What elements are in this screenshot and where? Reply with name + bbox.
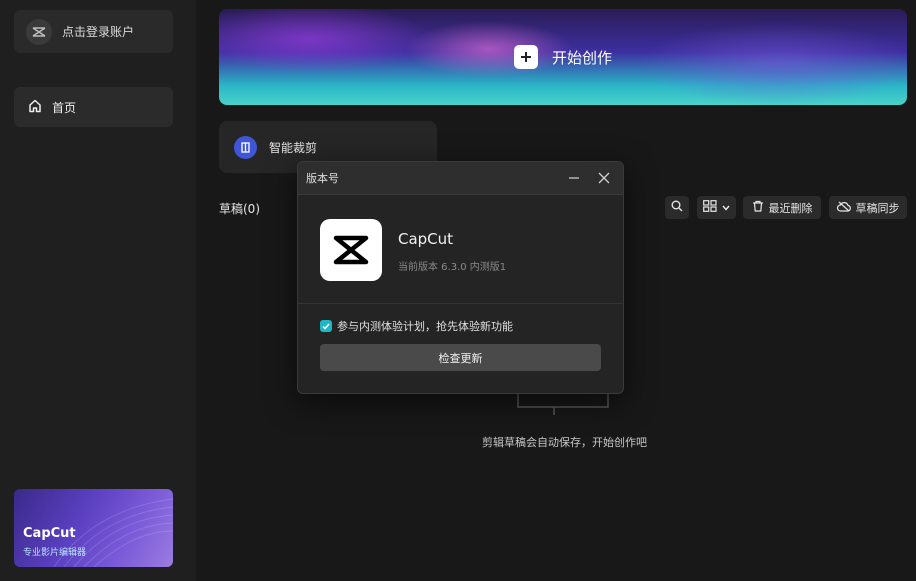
start-creating-label: 开始创作 — [551, 48, 612, 67]
draft-sync-label: 草稿同步 — [855, 201, 900, 215]
plus-icon — [513, 45, 538, 69]
beta-program-checkbox[interactable]: 参与内测体验计划，抢先体验新功能 — [320, 318, 513, 334]
minimize-icon[interactable] — [565, 169, 583, 187]
home-icon — [28, 98, 42, 117]
close-icon[interactable] — [595, 169, 613, 187]
trash-icon — [752, 200, 764, 215]
search-icon — [671, 200, 683, 215]
app-version: 当前版本 6.3.0 内测版1 — [398, 262, 507, 273]
search-button[interactable] — [665, 196, 689, 219]
app-name: CapCut — [398, 230, 454, 248]
recently-deleted-label: 最近删除 — [768, 201, 813, 215]
divider — [298, 303, 623, 304]
chevron-down-icon — [722, 201, 730, 214]
dialog-title: 版本号 — [306, 172, 339, 185]
beta-program-label: 参与内测体验计划，抢先体验新功能 — [337, 320, 513, 333]
view-mode-dropdown[interactable] — [697, 196, 736, 219]
check-update-button[interactable]: 检查更新 — [320, 344, 601, 371]
sidebar-item-home[interactable]: 首页 — [14, 87, 173, 127]
drafts-title: 草稿(0) — [219, 202, 260, 216]
cloud-sync-icon — [836, 201, 851, 215]
empty-drafts-text: 剪辑草稿会自动保存，开始创作吧 — [482, 436, 647, 449]
promo-title: CapCut — [23, 526, 76, 541]
login-button[interactable]: 点击登录账户 — [14, 10, 173, 53]
grid-view-icon — [703, 200, 717, 215]
crop-icon — [234, 135, 257, 159]
recently-deleted-button[interactable]: 最近删除 — [743, 196, 821, 219]
capcut-logo-icon — [26, 18, 52, 45]
promo-banner[interactable]: CapCut 专业影片编辑器 — [14, 489, 173, 567]
check-icon — [320, 320, 332, 332]
sidebar-item-label: 首页 — [52, 100, 77, 115]
draft-sync-button[interactable]: 草稿同步 — [829, 196, 907, 219]
login-label: 点击登录账户 — [62, 25, 135, 39]
capcut-logo-icon — [320, 219, 382, 281]
sidebar: 点击登录账户 首页 CapCut 专业影片编辑器 — [0, 0, 196, 581]
promo-subtitle: 专业影片编辑器 — [23, 548, 87, 558]
dialog-header: 版本号 — [298, 162, 623, 195]
start-creating-banner[interactable]: 开始创作 — [219, 9, 907, 105]
version-dialog: 版本号 CapCut 当前版本 6.3.0 内测版1 参与内测体验计划，抢先体验… — [297, 161, 624, 394]
smart-crop-label: 智能裁剪 — [269, 140, 318, 155]
